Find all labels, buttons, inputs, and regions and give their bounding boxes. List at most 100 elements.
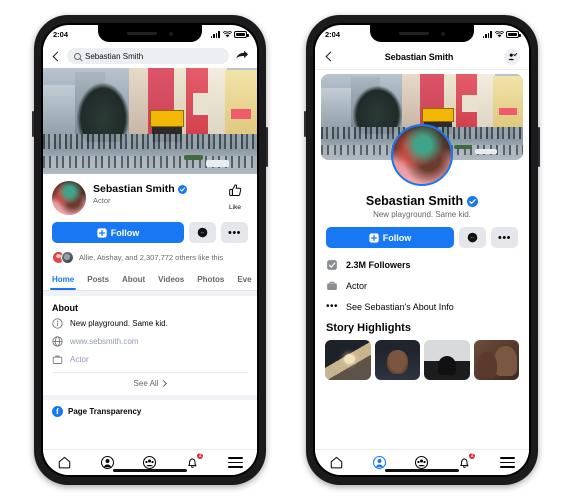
avatar[interactable] (52, 181, 86, 215)
profile-bio: New playground. Same kid. (373, 210, 471, 219)
battery-icon (234, 31, 249, 38)
story-highlight-item[interactable] (424, 340, 470, 380)
tab-photos[interactable]: Photos (197, 272, 224, 290)
add-friend-button[interactable] (504, 48, 520, 65)
wifi-icon (494, 31, 504, 38)
about-row-bio[interactable]: New playground. Same kid. (52, 318, 248, 329)
follow-button-label: Follow (382, 232, 412, 243)
tab-menu-icon[interactable] (500, 457, 516, 468)
verified-badge-icon (177, 184, 187, 194)
back-icon[interactable] (51, 51, 61, 61)
search-value: Sebastian Smith (85, 51, 144, 61)
tab-notifications-icon[interactable]: 2 (457, 452, 477, 470)
story-highlight-item[interactable] (374, 340, 420, 380)
tab-posts[interactable]: Posts (87, 272, 109, 290)
phone-mockups-stage: 2:04 Sebastian Smith Sebastian Smith Act… (0, 0, 572, 500)
status-time: 2:04 (53, 30, 69, 39)
like-button[interactable]: Like (222, 181, 248, 211)
follow-button[interactable]: Follow (52, 222, 184, 243)
about-row-occupation[interactable]: Actor (52, 354, 248, 365)
page-transparency-row[interactable]: f Page Transparency (43, 400, 257, 423)
like-label: Like (229, 204, 241, 211)
tab-videos[interactable]: Videos (158, 272, 184, 290)
battery-icon (506, 31, 521, 38)
friend-avatars (52, 251, 74, 264)
avatar-container (315, 124, 529, 198)
avatar[interactable] (391, 124, 453, 186)
tab-menu-icon[interactable] (228, 457, 244, 468)
more-options-button[interactable]: ••• (491, 227, 518, 248)
page-title: Sebastian Smith (93, 183, 215, 195)
stat-row-about-info[interactable]: ••• See Sebastian's About Info (315, 301, 529, 313)
left-search-navbar: Sebastian Smith (43, 44, 257, 68)
cover-photo[interactable] (43, 68, 257, 174)
tab-profile-icon[interactable] (372, 455, 387, 470)
right-phone-device: 2:04 Sebastian Smith Sebastian Smith New… (304, 15, 540, 485)
back-icon[interactable] (324, 52, 334, 62)
story-highlight-item[interactable] (473, 340, 519, 380)
follow-button[interactable]: Follow (326, 227, 454, 248)
search-input[interactable]: Sebastian Smith (67, 48, 229, 64)
about-card: About New playground. Same kid. www.sebs… (43, 296, 257, 395)
message-button[interactable] (189, 222, 216, 243)
home-indicator[interactable] (385, 469, 459, 472)
right-phone-screen: 2:04 Sebastian Smith Sebastian Smith New… (315, 25, 529, 475)
about-occupation-text: Actor (70, 355, 89, 364)
page-transparency-label: Page Transparency (68, 407, 142, 416)
facebook-logo-icon: f (52, 406, 63, 417)
left-phone-screen: 2:04 Sebastian Smith Sebastian Smith Act… (43, 25, 257, 475)
profile-circle-icon (100, 455, 114, 470)
tab-home-icon[interactable] (329, 455, 344, 470)
social-proof-row[interactable]: Allie, Atishay, and 2,307,772 others lik… (43, 243, 257, 272)
tab-about[interactable]: About (122, 272, 145, 290)
search-icon (74, 52, 81, 60)
right-scroll-body[interactable]: Sebastian Smith New playground. Same kid… (315, 70, 529, 449)
action-buttons-row: Follow ••• (43, 215, 257, 243)
chevron-right-icon (160, 379, 168, 388)
tab-groups-icon[interactable] (142, 455, 157, 470)
hamburger-menu-icon (500, 457, 516, 459)
home-indicator[interactable] (113, 469, 187, 472)
wifi-icon (222, 31, 232, 38)
thumbs-up-icon (228, 184, 241, 196)
more-options-button[interactable]: ••• (221, 222, 248, 243)
notification-badge: 2 (468, 452, 477, 460)
tab-events[interactable]: Eve (237, 272, 251, 290)
share-arrow-icon[interactable] (235, 49, 249, 63)
globe-icon (52, 336, 63, 347)
status-time: 2:04 (325, 30, 341, 39)
followers-count: 2.3M Followers (346, 260, 411, 270)
tab-notifications-icon[interactable]: 2 (185, 452, 205, 470)
about-title: About (52, 303, 78, 313)
cover-photo-image (43, 68, 257, 174)
message-button[interactable] (459, 227, 486, 248)
home-icon (330, 456, 343, 469)
tab-home-icon[interactable] (57, 455, 72, 470)
briefcase-icon (52, 355, 63, 364)
about-website-link[interactable]: www.sebsmith.com (70, 337, 138, 346)
profile-name: Sebastian Smith (93, 183, 175, 195)
about-bio-text: New playground. Same kid. (70, 319, 168, 328)
stat-row-followers[interactable]: 2.3M Followers (315, 259, 529, 271)
about-row-website[interactable]: www.sebsmith.com (52, 336, 248, 347)
see-all-button[interactable]: See All (52, 372, 248, 395)
stat-row-occupation[interactable]: Actor (315, 280, 529, 292)
see-about-info-label: See Sebastian's About Info (346, 302, 454, 312)
tab-groups-icon[interactable] (414, 455, 429, 470)
profile-header: Sebastian Smith Actor Like (43, 174, 257, 215)
header-title: Sebastian Smith (384, 51, 454, 62)
story-highlight-item[interactable] (325, 340, 371, 380)
see-all-label: See All (133, 379, 159, 388)
tab-home[interactable]: Home (49, 272, 77, 290)
messenger-icon (467, 232, 478, 243)
right-header-navbar: Sebastian Smith (315, 44, 529, 70)
info-circle-icon (52, 318, 63, 329)
cellular-bars-icon (482, 31, 492, 38)
tab-profile-icon[interactable] (100, 455, 115, 470)
left-status-bar: 2:04 (43, 25, 257, 44)
left-scroll-body[interactable]: Sebastian Smith Actor Like Follow ••• Al… (43, 68, 257, 449)
occupation-text: Actor (346, 281, 368, 291)
briefcase-icon (327, 281, 337, 290)
right-phone-bezel: 2:04 Sebastian Smith Sebastian Smith New… (313, 23, 531, 477)
follow-plus-icon (369, 232, 379, 243)
